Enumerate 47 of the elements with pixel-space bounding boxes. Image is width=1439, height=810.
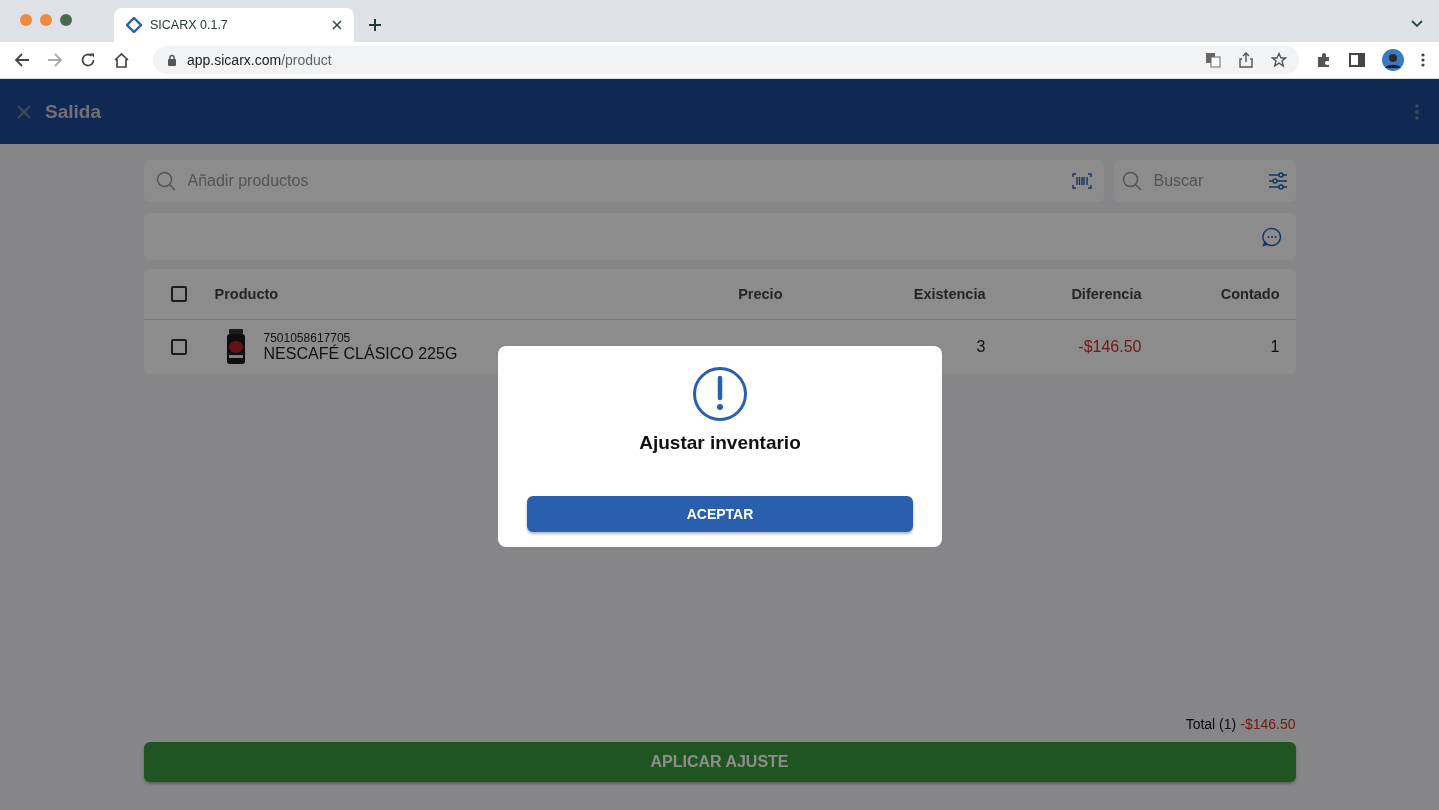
star-icon[interactable]: [1271, 52, 1287, 68]
table-cell: 3: [976, 338, 986, 356]
puzzle-icon[interactable]: [1316, 52, 1332, 68]
diamond-icon: [126, 17, 142, 33]
total-label: Total (1): [1185, 716, 1237, 732]
filter-search-input[interactable]: Buscar: [1151, 171, 1258, 191]
sidebar-icon[interactable]: [1349, 53, 1365, 67]
more-icon[interactable]: [1421, 53, 1425, 67]
column-header: Precio: [738, 286, 783, 302]
sliders-icon[interactable]: [1267, 171, 1288, 191]
share-icon[interactable]: [1239, 52, 1253, 68]
maximize-window-button[interactable]: [60, 14, 72, 26]
search-icon: [1121, 171, 1142, 191]
url-text: app.sicarx.com/product: [187, 52, 332, 68]
barcode-icon[interactable]: [1071, 173, 1092, 189]
accept-button[interactable]: ACEPTAR: [527, 496, 913, 532]
tab-title: SICARX 0.1.7: [150, 18, 229, 32]
chat-icon[interactable]: [1261, 226, 1282, 247]
row-checkbox[interactable]: [171, 339, 187, 355]
column-header: Contado: [1220, 286, 1280, 302]
table-cell: -$146.50: [1078, 338, 1142, 356]
avatar-icon[interactable]: [1382, 49, 1404, 71]
total-value: -$146.50: [1240, 716, 1296, 732]
product-name: NESCAFÉ CLÁSICO 225G: [263, 345, 458, 363]
warning-icon: [692, 366, 748, 422]
browser-tab[interactable]: SICARX 0.1.7: [114, 8, 354, 42]
search-icon: [155, 171, 176, 191]
column-header: Existencia: [913, 286, 986, 302]
back-icon[interactable]: [14, 52, 30, 68]
select-all-checkbox[interactable]: [171, 286, 187, 302]
product-code: 7501058617705: [263, 331, 351, 345]
lock-icon: [167, 54, 177, 66]
home-icon[interactable]: [113, 51, 130, 69]
column-header: Diferencia: [1071, 286, 1142, 302]
chevron-down-icon[interactable]: [1411, 20, 1423, 28]
dialog-title: Ajustar inventario: [639, 432, 801, 454]
filter-search-field[interactable]: Buscar: [1113, 160, 1296, 202]
page-title: Salida: [45, 100, 101, 123]
close-icon[interactable]: [332, 20, 342, 30]
table-cell: 1: [1270, 338, 1280, 356]
address-bar[interactable]: app.sicarx.com/product: [153, 46, 1299, 74]
plus-icon[interactable]: [368, 18, 382, 32]
search-input[interactable]: Añadir productos: [185, 171, 1062, 191]
translate-icon[interactable]: [1205, 52, 1221, 68]
reload-icon[interactable]: [80, 52, 96, 68]
search-field[interactable]: Añadir productos: [143, 160, 1104, 202]
column-header: Producto: [214, 286, 279, 302]
